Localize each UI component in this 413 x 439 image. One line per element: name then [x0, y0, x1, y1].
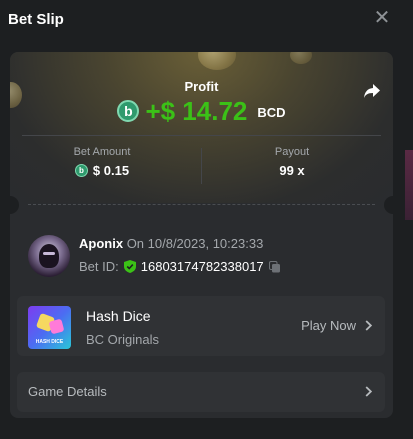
- play-now-label: Play Now: [301, 318, 356, 333]
- dice-icon: [48, 318, 65, 335]
- bet-id-label: Bet ID:: [79, 259, 119, 274]
- bet-amount-label: Bet Amount: [73, 146, 131, 158]
- game-provider: BC Originals: [86, 332, 159, 347]
- bet-amount-stat: Bet Amount b $ 0.15: [12, 146, 192, 178]
- game-name: Hash Dice: [86, 308, 151, 324]
- payout-stat: Payout 99 x: [202, 146, 382, 178]
- divider: [22, 135, 381, 136]
- user-info: Aponix On 10/8/2023, 10:23:33 Bet ID: 16…: [28, 235, 368, 277]
- copy-icon[interactable]: [268, 260, 281, 273]
- play-now-button[interactable]: Play Now: [301, 318, 372, 333]
- ticket-notch: [384, 196, 393, 214]
- chevron-right-icon: [365, 320, 372, 331]
- bet-slip-header: Bet Slip: [0, 0, 413, 38]
- game-details-label: Game Details: [28, 384, 107, 399]
- coin-decoration-icon: [198, 52, 236, 70]
- user-line: Aponix On 10/8/2023, 10:23:33: [79, 236, 263, 251]
- shield-check-icon: [123, 260, 136, 273]
- profit-value: +$ 14.72: [145, 95, 248, 126]
- game-details-button[interactable]: Game Details: [17, 372, 385, 412]
- header-title: Bet Slip: [8, 10, 64, 28]
- bet-id-line: Bet ID: 16803174782338017: [79, 259, 281, 274]
- game-card[interactable]: HASH DICE Hash Dice BC Originals Play No…: [17, 296, 385, 356]
- bet-amount-value: $ 0.15: [92, 163, 130, 178]
- bcd-coin-icon: b: [74, 164, 88, 177]
- share-icon[interactable]: [363, 83, 381, 99]
- bet-amount-value-row: b $ 0.15: [12, 163, 192, 178]
- bcd-coin-icon: b: [117, 100, 140, 122]
- profit-row: b +$ 14.72 BCD: [10, 96, 393, 126]
- profit-label: Profit: [184, 79, 219, 94]
- profit-currency: BCD: [257, 105, 286, 120]
- bet-id: 16803174782338017: [140, 259, 264, 274]
- bet-date: On 10/8/2023, 10:23:33: [126, 236, 264, 251]
- avatar[interactable]: [28, 235, 70, 277]
- game-thumb-label: HASH DICE: [35, 339, 64, 345]
- coin-decoration-icon: [290, 52, 312, 64]
- avatar-eyes: [43, 252, 55, 255]
- chevron-right-icon: [365, 386, 372, 397]
- background-edge: [405, 150, 413, 220]
- payout-label: Payout: [274, 146, 310, 158]
- avatar-face: [39, 244, 59, 268]
- bet-card: Profit b +$ 14.72 BCD Bet Amount b $ 0.1…: [10, 52, 393, 418]
- user-name[interactable]: Aponix: [79, 236, 123, 251]
- close-icon[interactable]: ✕: [373, 8, 391, 28]
- profit-hero: Profit b +$ 14.72 BCD Bet Amount b $ 0.1…: [10, 52, 393, 203]
- payout-value: 99 x: [279, 163, 305, 178]
- game-thumbnail: HASH DICE: [28, 306, 71, 349]
- dashed-divider: [28, 204, 375, 205]
